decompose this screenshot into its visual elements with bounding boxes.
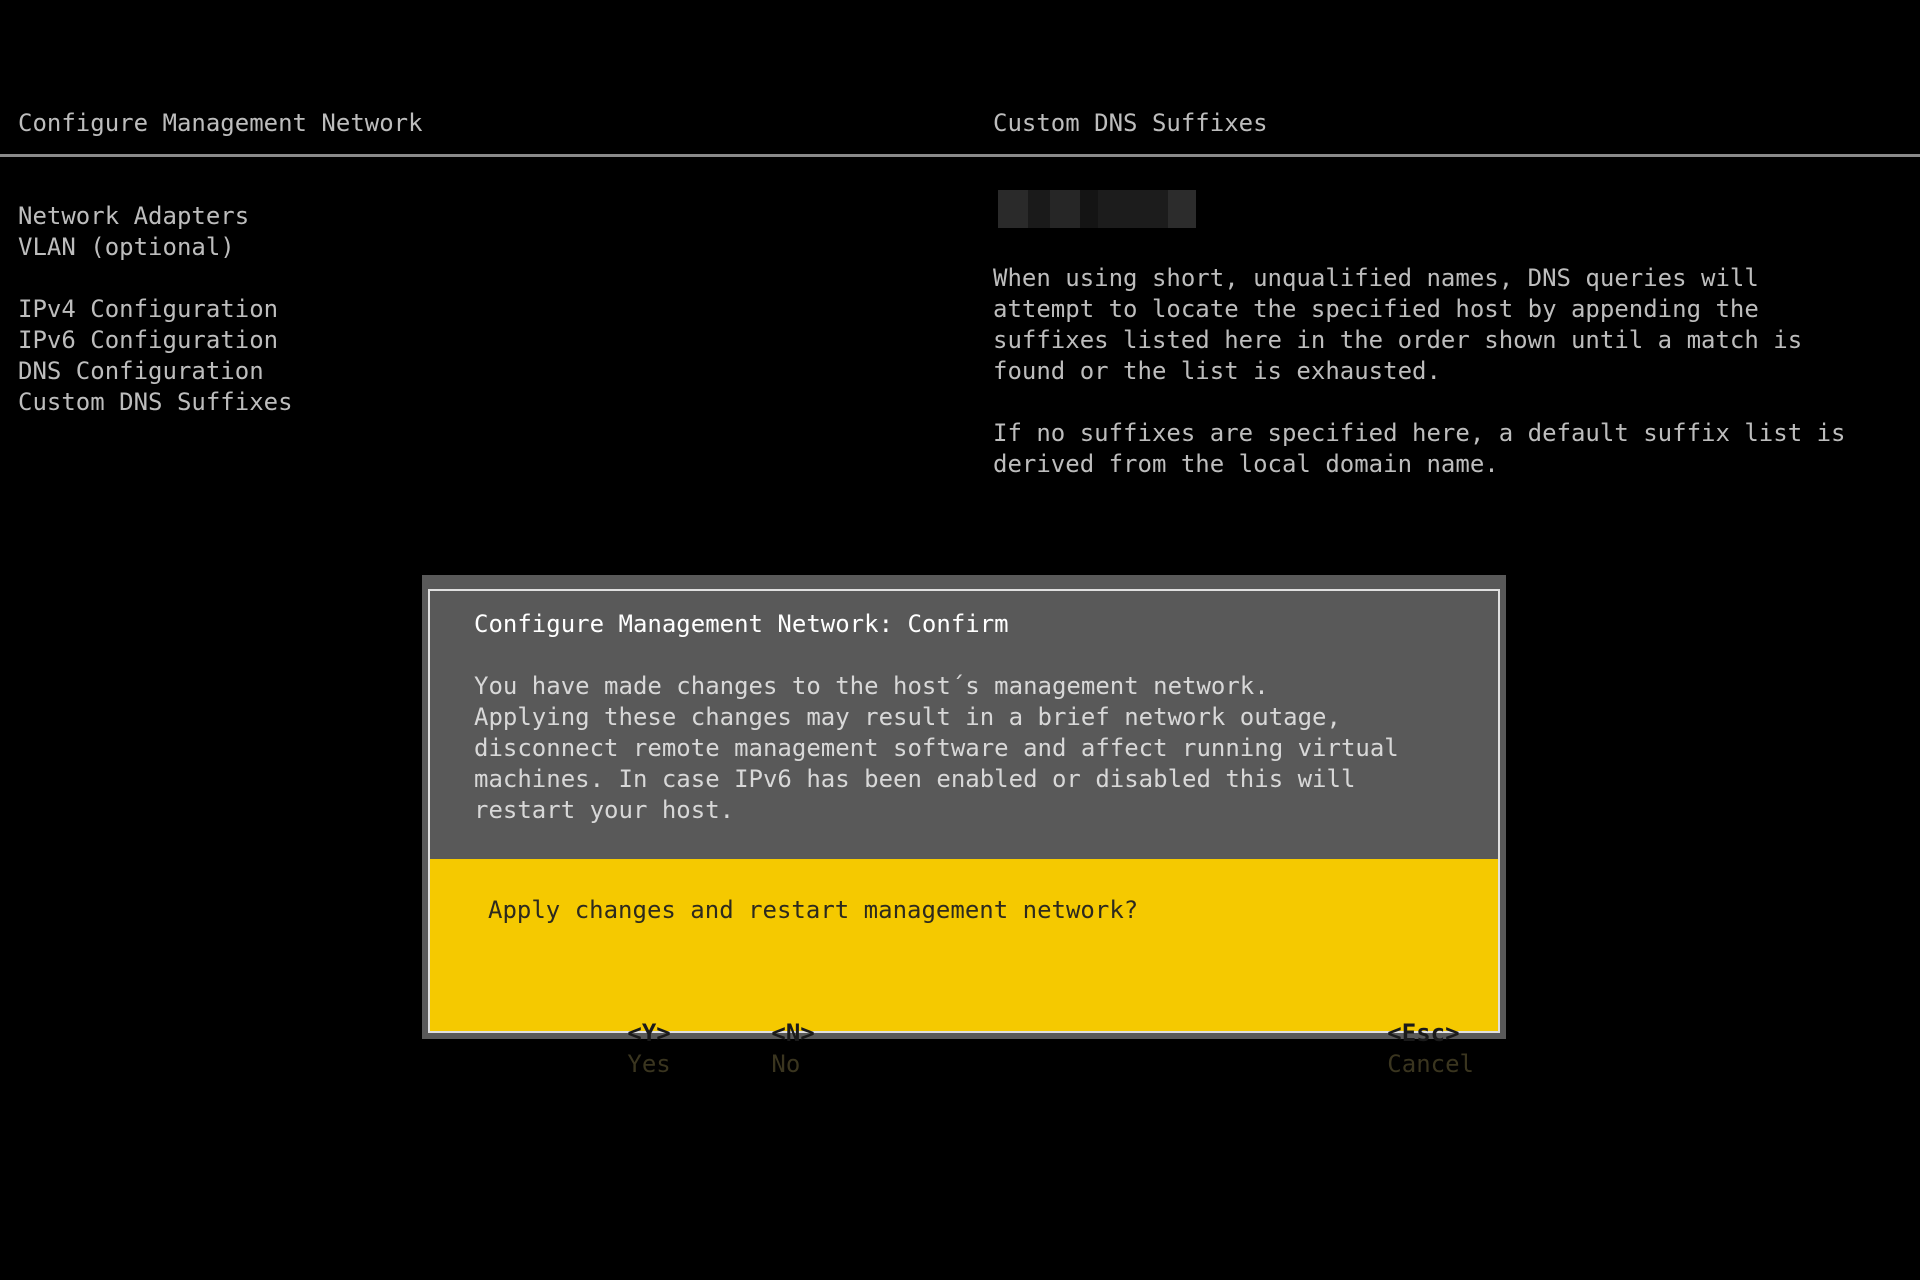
right-pane-title: Custom DNS Suffixes [993, 109, 1268, 137]
redacted-suffix-value [998, 190, 1206, 228]
dialog-actions: <Y> Yes <N> No <Esc> Cancel [454, 987, 1474, 1078]
description-paragraph-2: If no suffixes are specified here, a def… [993, 419, 1846, 478]
cancel-button[interactable]: <Esc> Cancel [1214, 987, 1474, 1111]
dns-suffix-description: When using short, unqualified names, DNS… [993, 263, 1913, 511]
menu-item-network-adapters[interactable]: Network Adapters [18, 201, 538, 232]
menu-item-dns-configuration[interactable]: DNS Configuration [18, 356, 538, 387]
left-pane-title: Configure Management Network [18, 109, 423, 137]
dialog-title: Configure Management Network: Confirm [474, 610, 1009, 638]
no-label: No [771, 1050, 801, 1078]
dcui-screen: Configure Management Network Custom DNS … [0, 0, 1920, 1280]
no-key-hint: <N> [771, 1019, 815, 1047]
cancel-label: Cancel [1387, 1050, 1474, 1078]
confirm-dialog: Configure Management Network: Confirm Yo… [422, 575, 1506, 1078]
dialog-question: Apply changes and restart management net… [488, 896, 1139, 924]
dialog-message: You have made changes to the host´s mana… [474, 672, 1399, 824]
cancel-key-hint: <Esc> [1387, 1019, 1460, 1047]
description-paragraph-1: When using short, unqualified names, DNS… [993, 264, 1803, 385]
menu-item-custom-dns-suffixes[interactable]: Custom DNS Suffixes [18, 387, 538, 418]
dialog-message-area: Configure Management Network: Confirm Yo… [430, 591, 1498, 859]
menu-item-ipv6-configuration[interactable]: IPv6 Configuration [18, 325, 538, 356]
menu-item-ipv4-configuration[interactable]: IPv4 Configuration [18, 294, 538, 325]
dialog-prompt-area: Apply changes and restart management net… [430, 859, 1498, 1078]
dialog-frame: Configure Management Network: Confirm Yo… [428, 589, 1500, 1078]
menu-item-vlan[interactable]: VLAN (optional) [18, 232, 538, 263]
header-divider [0, 154, 1920, 157]
network-config-menu: Network Adapters VLAN (optional) IPv4 Co… [18, 201, 538, 418]
no-button[interactable]: <N> No [598, 987, 815, 1111]
